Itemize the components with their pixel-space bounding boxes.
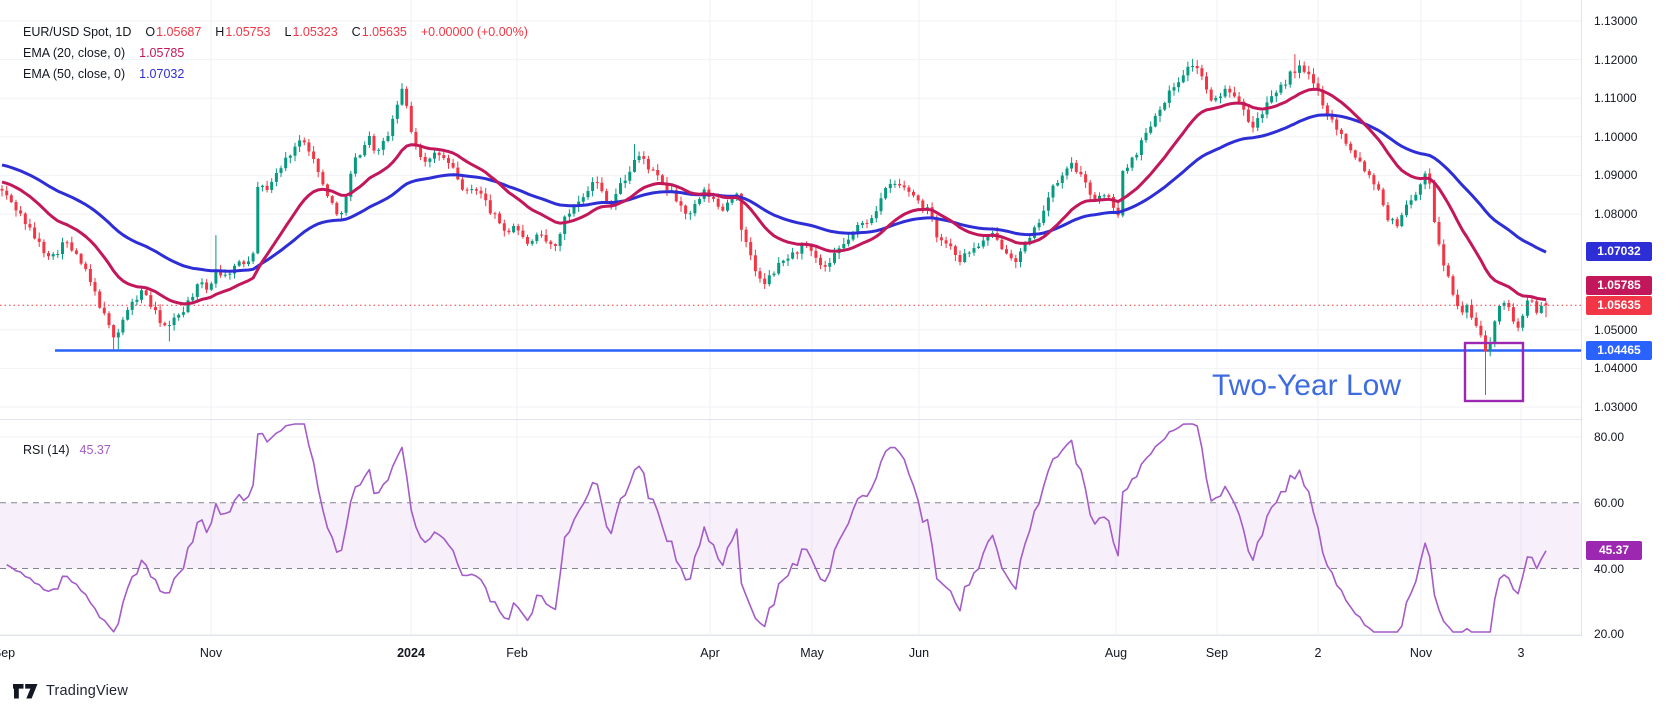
ema20-label: EMA (20, close, 0): [23, 43, 125, 64]
candlestick-chart-canvas[interactable]: [0, 0, 1581, 636]
symbol-ohlc-row: EUR/USD Spot, 1D O1.05687 H1.05753 L1.05…: [23, 22, 528, 43]
price-tick-label: 1.09000: [1594, 168, 1637, 182]
ema50-legend-row[interactable]: EMA (50, close, 0) 1.07032: [23, 64, 528, 85]
ohlc-high: H1.05753: [215, 22, 270, 43]
price-tick-label: 1.11000: [1594, 91, 1637, 105]
price-axis[interactable]: 1.13000 1.12000 1.11000 1.10000 1.09000 1.080…: [1582, 0, 1675, 636]
time-tick-label: Jun: [909, 646, 929, 660]
time-axis-separator: [0, 635, 1675, 636]
time-tick-label: Feb: [506, 646, 528, 660]
ema20-value: 1.05785: [139, 43, 184, 64]
tradingview-logo-icon: [13, 684, 39, 699]
price-badge-1.07032: 1.07032: [1586, 242, 1652, 261]
pane-separator[interactable]: [0, 419, 1675, 420]
time-tick-label: Nov: [200, 646, 222, 660]
ohlc-change: +0.00000 (+0.00%): [421, 22, 528, 43]
tradingview-brand-text: TradingView: [46, 683, 128, 699]
chart-legend[interactable]: EUR/USD Spot, 1D O1.05687 H1.05753 L1.05…: [23, 22, 528, 85]
time-axis[interactable]: Sep Nov 2024 Feb Apr May Jun Aug Sep 2 Nov 3: [0, 642, 1581, 664]
price-tick-label: 1.03000: [1594, 400, 1637, 414]
symbol-title[interactable]: EUR/USD Spot, 1D: [23, 22, 131, 43]
price-tick-label: 1.13000: [1594, 14, 1637, 28]
time-tick-label: Nov: [1410, 646, 1432, 660]
time-tick-label: May: [800, 646, 824, 660]
ohlc-low-value: 1.05323: [292, 22, 337, 43]
time-tick-label: Apr: [700, 646, 719, 660]
tradingview-branding[interactable]: TradingView: [13, 683, 128, 699]
time-tick-label: Sep: [0, 646, 15, 660]
ema50-value: 1.07032: [139, 64, 184, 85]
tradingview-chart-window: EUR/USD Spot, 1D O1.05687 H1.05753 L1.05…: [0, 0, 1675, 718]
price-tick-label: 1.10000: [1594, 130, 1637, 144]
ema50-label: EMA (50, close, 0): [23, 64, 125, 85]
rsi-tick-label: 40.00: [1594, 562, 1624, 576]
rsi-value-badge: 45.37: [1586, 541, 1642, 560]
ohlc-close: C1.05635: [352, 22, 407, 43]
price-tick-label: 1.12000: [1594, 53, 1637, 67]
time-tick-label: 3: [1518, 646, 1525, 660]
rsi-legend-row[interactable]: RSI (14) 45.37: [23, 443, 111, 457]
price-tick-label: 1.05000: [1594, 323, 1637, 337]
rsi-tick-label: 60.00: [1594, 496, 1624, 510]
ohlc-high-value: 1.05753: [225, 22, 270, 43]
price-badge-1.04465: 1.04465: [1586, 341, 1652, 360]
ohlc-open: O1.05687: [145, 22, 201, 43]
ohlc-low: L1.05323: [285, 22, 338, 43]
rsi-value: 45.37: [80, 443, 111, 457]
time-tick-label: 2: [1315, 646, 1322, 660]
ohlc-close-value: 1.05635: [362, 22, 407, 43]
rsi-label: RSI (14): [23, 443, 70, 457]
price-tick-label: 1.04000: [1594, 361, 1637, 375]
time-tick-label: Sep: [1206, 646, 1228, 660]
time-tick-label: Aug: [1105, 646, 1127, 660]
two-year-low-annotation[interactable]: Two-Year Low: [1212, 369, 1401, 403]
time-tick-label: 2024: [397, 646, 425, 660]
rsi-tick-label: 80.00: [1594, 430, 1624, 444]
price-tick-label: 1.08000: [1594, 207, 1637, 221]
price-badge-1.05785: 1.05785: [1586, 276, 1652, 295]
ema20-legend-row[interactable]: EMA (20, close, 0) 1.05785: [23, 43, 528, 64]
price-badge-1.05635: 1.05635: [1586, 296, 1652, 315]
ohlc-open-value: 1.05687: [156, 22, 201, 43]
rsi-tick-label: 20.00: [1594, 627, 1624, 641]
